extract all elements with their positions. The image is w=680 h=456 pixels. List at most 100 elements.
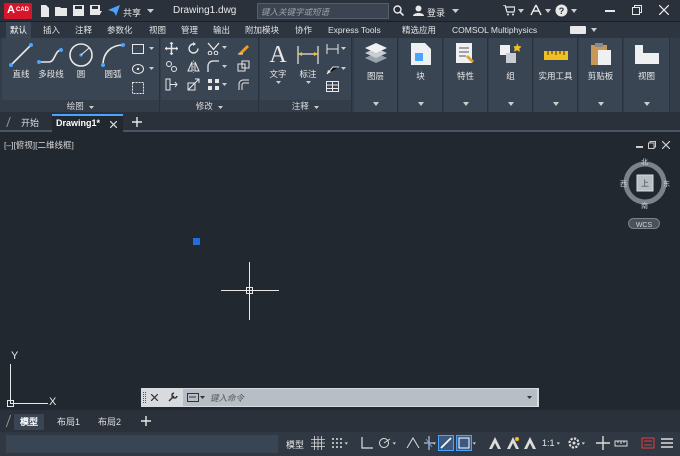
new-file-icon[interactable] (40, 5, 50, 17)
view-panel[interactable]: 视图 (624, 38, 670, 112)
units-icon[interactable] (614, 436, 628, 450)
rectangle-icon[interactable] (132, 44, 146, 58)
a360-dropdown-icon[interactable] (545, 9, 551, 13)
tab-home[interactable]: 默认 (6, 22, 32, 38)
selection-cycling-icon[interactable] (456, 435, 472, 451)
share-icon[interactable] (108, 5, 120, 16)
annotation-visibility-icon[interactable] (488, 436, 502, 450)
new-layout-icon[interactable] (141, 416, 151, 426)
groups-dropdown-icon[interactable] (508, 102, 514, 106)
modify-panel-title[interactable]: 修改 (161, 100, 258, 112)
help-dropdown-icon[interactable] (571, 9, 577, 13)
save-as-icon[interactable] (90, 5, 102, 16)
clipboard-dropdown-icon[interactable] (598, 102, 604, 106)
groups-panel[interactable]: 组 (489, 38, 533, 112)
wcs-menu[interactable]: WCS (628, 218, 660, 229)
annotation-scale-icon[interactable] (523, 436, 537, 450)
tab-parametric[interactable]: 参数化 (103, 22, 137, 38)
properties-panel[interactable]: 特性 (444, 38, 488, 112)
scale-dropdown-icon[interactable] (556, 436, 564, 450)
dimension-dropdown-icon[interactable] (341, 47, 355, 61)
dimension-button[interactable]: 标注 (294, 42, 322, 84)
viewcube-west[interactable]: 西 (620, 179, 627, 189)
minimize-icon[interactable] (605, 10, 615, 12)
tab-start[interactable]: 开始 (21, 116, 39, 129)
open-folder-icon[interactable] (55, 6, 68, 16)
polyline-button[interactable]: 多段线 (36, 42, 66, 80)
restore-icon[interactable] (632, 5, 642, 15)
tab-insert[interactable]: 插入 (39, 22, 64, 38)
leader-icon[interactable] (326, 63, 340, 77)
command-history-icon[interactable] (187, 393, 199, 402)
mirror-icon[interactable] (187, 60, 201, 74)
grip-marker[interactable] (193, 238, 200, 245)
explode-icon[interactable] (237, 60, 251, 74)
login-label[interactable]: 登录 (427, 6, 445, 19)
utilities-panel[interactable]: 实用工具 (534, 38, 578, 112)
close-window-icon[interactable] (659, 5, 669, 15)
array-icon[interactable] (207, 78, 221, 92)
model-space-toggle[interactable]: 模型 (286, 438, 304, 451)
command-input[interactable]: 键入命令 (183, 389, 537, 406)
polar-dropdown-icon[interactable] (392, 436, 400, 450)
polar-icon[interactable] (378, 436, 392, 450)
lineweight-icon[interactable] (438, 435, 454, 451)
arc-button[interactable]: 圆弧 (98, 42, 128, 80)
quick-access-dropdown-icon[interactable] (147, 9, 154, 13)
hatch-icon[interactable] (132, 64, 146, 78)
help-icon[interactable]: ? (555, 4, 568, 17)
viewport-close-icon[interactable] (662, 141, 670, 149)
tab-manage[interactable]: 管理 (177, 22, 202, 38)
scale-icon[interactable] (187, 78, 201, 92)
annotation-autoscale-icon[interactable] (506, 436, 520, 450)
workspace-gear-icon[interactable] (567, 436, 581, 450)
copy-icon[interactable] (165, 60, 179, 74)
command-scroll-icon[interactable] (527, 396, 532, 399)
tab-featured-apps[interactable]: 精选应用 (398, 22, 440, 38)
ribbon-options-dropdown-icon[interactable] (591, 28, 597, 32)
ortho-icon[interactable] (360, 436, 374, 450)
tab-layout1[interactable]: 布局1 (51, 414, 86, 430)
app-logo[interactable]: A CAD (4, 3, 32, 19)
tab-output[interactable]: 输出 (209, 22, 234, 38)
tab-addins[interactable]: 附加模块 (241, 22, 283, 38)
block-dropdown-icon[interactable] (418, 102, 424, 106)
tab-model[interactable]: 模型 (14, 414, 45, 430)
trim-dropdown-icon[interactable] (222, 46, 236, 60)
command-close-icon[interactable] (151, 394, 158, 401)
clipboard-panel[interactable]: 剪贴板 (579, 38, 623, 112)
grid-icon[interactable] (311, 436, 325, 450)
snap-dropdown-icon[interactable] (344, 436, 352, 450)
block-panel[interactable]: 块 (399, 38, 443, 112)
leader-dropdown-icon[interactable] (341, 67, 355, 81)
line-button[interactable]: 直线 (6, 42, 36, 80)
search-icon[interactable] (393, 5, 404, 16)
layers-dropdown-icon[interactable] (373, 102, 379, 106)
view-dropdown-icon[interactable] (644, 102, 650, 106)
erase-icon[interactable] (237, 42, 251, 56)
tab-express-tools[interactable]: Express Tools (324, 22, 385, 38)
tab-comsol[interactable]: COMSOL Multiphysics (448, 22, 541, 38)
tab-annotate[interactable]: 注释 (71, 22, 96, 38)
tab-view[interactable]: 视图 (145, 22, 170, 38)
viewcube-top-face[interactable]: 上 (641, 178, 649, 189)
save-icon[interactable] (73, 5, 84, 16)
layers-panel[interactable]: 图层 (354, 38, 398, 112)
linear-dimension-icon[interactable] (326, 44, 340, 58)
search-input[interactable]: 键入关键字或短语 (257, 3, 389, 19)
viewcube[interactable]: 北 南 西 东 上 (620, 158, 670, 210)
isodraft-icon[interactable] (406, 436, 420, 450)
clean-screen-icon[interactable] (641, 436, 655, 450)
viewport-minimize-icon[interactable] (636, 146, 643, 148)
customization-menu-icon[interactable] (660, 436, 674, 450)
menu-toggle-icon[interactable] (6, 117, 16, 127)
circle-button[interactable]: 圆 (66, 42, 96, 80)
command-history-dropdown-icon[interactable] (200, 396, 205, 399)
cart-dropdown-icon[interactable] (518, 9, 524, 13)
trim-icon[interactable] (207, 42, 221, 56)
command-customize-icon[interactable] (168, 392, 178, 402)
viewport-restore-icon[interactable] (648, 141, 656, 149)
tab-collaborate[interactable]: 协作 (291, 22, 316, 38)
login-dropdown-icon[interactable] (452, 9, 459, 13)
snap-icon[interactable] (330, 436, 344, 450)
